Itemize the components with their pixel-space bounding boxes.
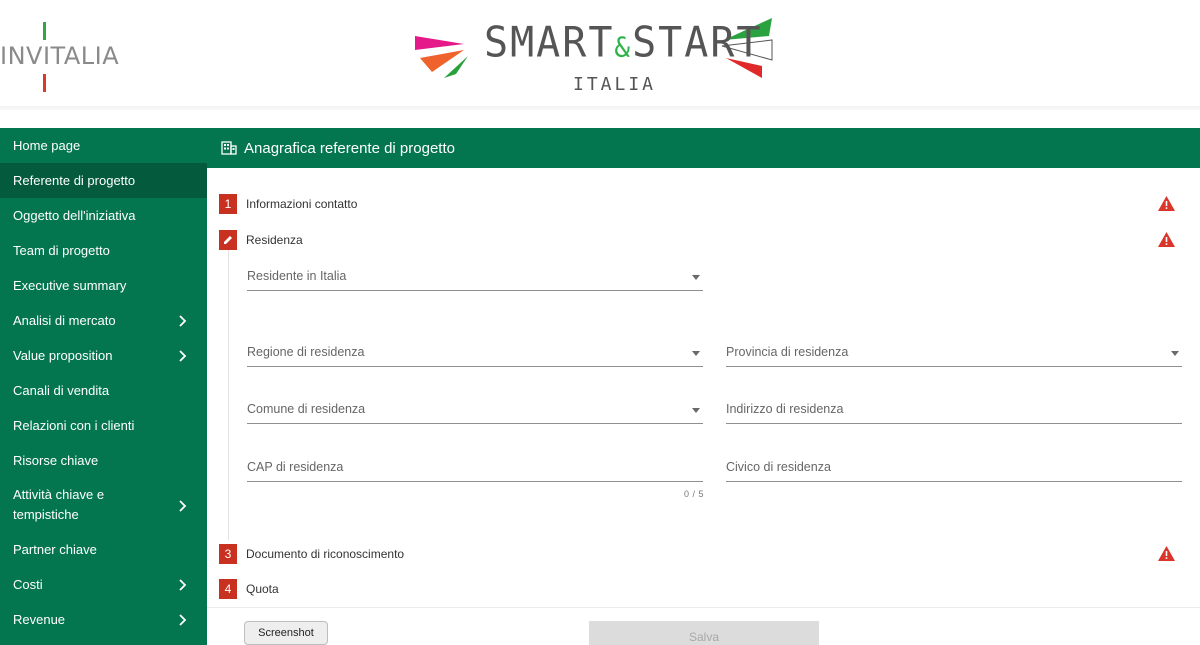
sidebar-item-label: Analisi di mercato — [13, 313, 116, 328]
field-placeholder: Regione di residenza — [247, 345, 365, 359]
sidebar-item-partner-chiave[interactable]: Partner chiave — [0, 532, 207, 567]
sidebar-item-label: Home page — [13, 138, 81, 153]
step-4-number: 4 — [219, 579, 237, 599]
chevron-right-icon — [179, 350, 187, 362]
logo-red-bar — [43, 74, 46, 92]
sidebar-item-referente-di-progetto[interactable]: Referente di progetto — [0, 163, 207, 198]
logo-green-bar — [43, 22, 46, 40]
dropdown-arrow-icon — [1171, 351, 1179, 356]
sidebar-item-label: Oggetto dell'iniziativa — [13, 208, 136, 223]
sidebar-item-team-di-progetto[interactable]: Team di progetto — [0, 233, 207, 268]
sidebar-item-label: Canali di vendita — [13, 383, 110, 398]
save-button[interactable]: Salva — [589, 621, 819, 645]
cap-char-counter: 0 / 5 — [684, 489, 705, 499]
stepper-connector — [228, 250, 229, 540]
dropdown-arrow-icon — [692, 351, 700, 356]
indirizzo-input[interactable]: Indirizzo di residenza — [726, 398, 1182, 424]
comune-select[interactable]: Comune di residenza — [247, 398, 703, 424]
field-placeholder: Comune di residenza — [247, 402, 366, 416]
sidebar-nav: Home page Referente di progetto Oggetto … — [0, 128, 207, 645]
step-documento-di-riconoscimento[interactable]: Documento di riconoscimento — [246, 547, 404, 561]
field-placeholder: Residente in Italia — [247, 269, 347, 283]
sidebar-item-risorse-chiave[interactable]: Risorse chiave — [0, 443, 207, 478]
sidebar-item-label: Relazioni con i clienti — [13, 418, 135, 433]
header-divider — [0, 106, 1200, 110]
smartstart-logo[interactable]: SMART&START ITALIA — [412, 14, 777, 104]
step-3-number: 3 — [219, 544, 237, 564]
sidebar-item-relazioni-con-i-clienti[interactable]: Relazioni con i clienti — [0, 408, 207, 443]
sidebar-item-label: Team di progetto — [13, 243, 110, 258]
sidebar-item-canali-di-vendita[interactable]: Canali di vendita — [0, 373, 207, 408]
step-informazioni-contatto[interactable]: Informazioni contatto — [246, 197, 357, 211]
sidebar-item-home-page[interactable]: Home page — [0, 128, 207, 163]
warning-icon — [1158, 546, 1175, 561]
sidebar-item-attivita-chiave[interactable]: Attività chiave e tempistiche — [0, 485, 207, 530]
page-title: Anagrafica referente di progetto — [244, 140, 455, 157]
warning-icon — [1158, 232, 1175, 247]
warning-icon — [1158, 196, 1175, 211]
invitalia-logo[interactable]: INVITALIA — [0, 20, 130, 94]
sidebar-item-value-proposition[interactable]: Value proposition — [0, 338, 207, 373]
sidebar-item-executive-summary[interactable]: Executive summary — [0, 268, 207, 303]
step-1-number: 1 — [219, 194, 237, 214]
smartstart-logo-title: SMART&START — [484, 18, 763, 68]
field-placeholder: CAP di residenza — [247, 460, 344, 474]
provincia-select[interactable]: Provincia di residenza — [726, 341, 1182, 367]
sidebar-item-costi[interactable]: Costi — [0, 567, 207, 602]
sidebar-item-label: Risorse chiave — [13, 453, 99, 468]
invitalia-logo-text: INVITALIA — [0, 42, 120, 70]
sidebar-item-label: Value proposition — [13, 348, 113, 363]
regione-select[interactable]: Regione di residenza — [247, 341, 703, 367]
sidebar-item-analisi-di-mercato[interactable]: Analisi di mercato — [0, 303, 207, 338]
cap-input[interactable]: CAP di residenza — [247, 456, 703, 482]
chevron-right-icon — [179, 614, 187, 626]
building-icon — [221, 141, 237, 155]
screenshot-button[interactable]: Screenshot — [244, 621, 328, 645]
step-quota[interactable]: Quota — [246, 582, 279, 596]
chevron-right-icon — [179, 579, 187, 591]
pencil-icon — [224, 236, 232, 244]
sidebar-item-revenue[interactable]: Revenue — [0, 602, 207, 637]
app-header: INVITALIA SMART&START ITALIA — [0, 0, 1200, 110]
sidebar-item-label: Revenue — [13, 612, 66, 627]
civico-input[interactable]: Civico di residenza — [726, 456, 1182, 482]
sidebar-item-label: Costi — [13, 577, 43, 592]
step-2-edit — [219, 230, 237, 250]
field-placeholder: Provincia di residenza — [726, 345, 849, 359]
sidebar-item-label: Executive summary — [13, 278, 127, 293]
smartstart-logo-subtitle: ITALIA — [573, 74, 657, 95]
sidebar-item-label: Attività chiave e tempistiche — [13, 487, 105, 522]
chevron-right-icon — [179, 500, 187, 512]
dropdown-arrow-icon — [692, 408, 700, 413]
dropdown-arrow-icon — [692, 275, 700, 280]
field-placeholder: Indirizzo di residenza — [726, 402, 844, 416]
step-residenza[interactable]: Residenza — [246, 233, 303, 247]
sidebar-item-oggetto-iniziativa[interactable]: Oggetto dell'iniziativa — [0, 198, 207, 233]
residente-in-italia-select[interactable]: Residente in Italia — [247, 265, 703, 291]
field-placeholder: Civico di residenza — [726, 460, 831, 474]
sidebar-item-label: Referente di progetto — [13, 173, 136, 188]
sidebar-item-label: Partner chiave — [13, 542, 97, 557]
chevron-right-icon — [179, 315, 187, 327]
panel-header: Anagrafica referente di progetto — [207, 128, 1200, 168]
